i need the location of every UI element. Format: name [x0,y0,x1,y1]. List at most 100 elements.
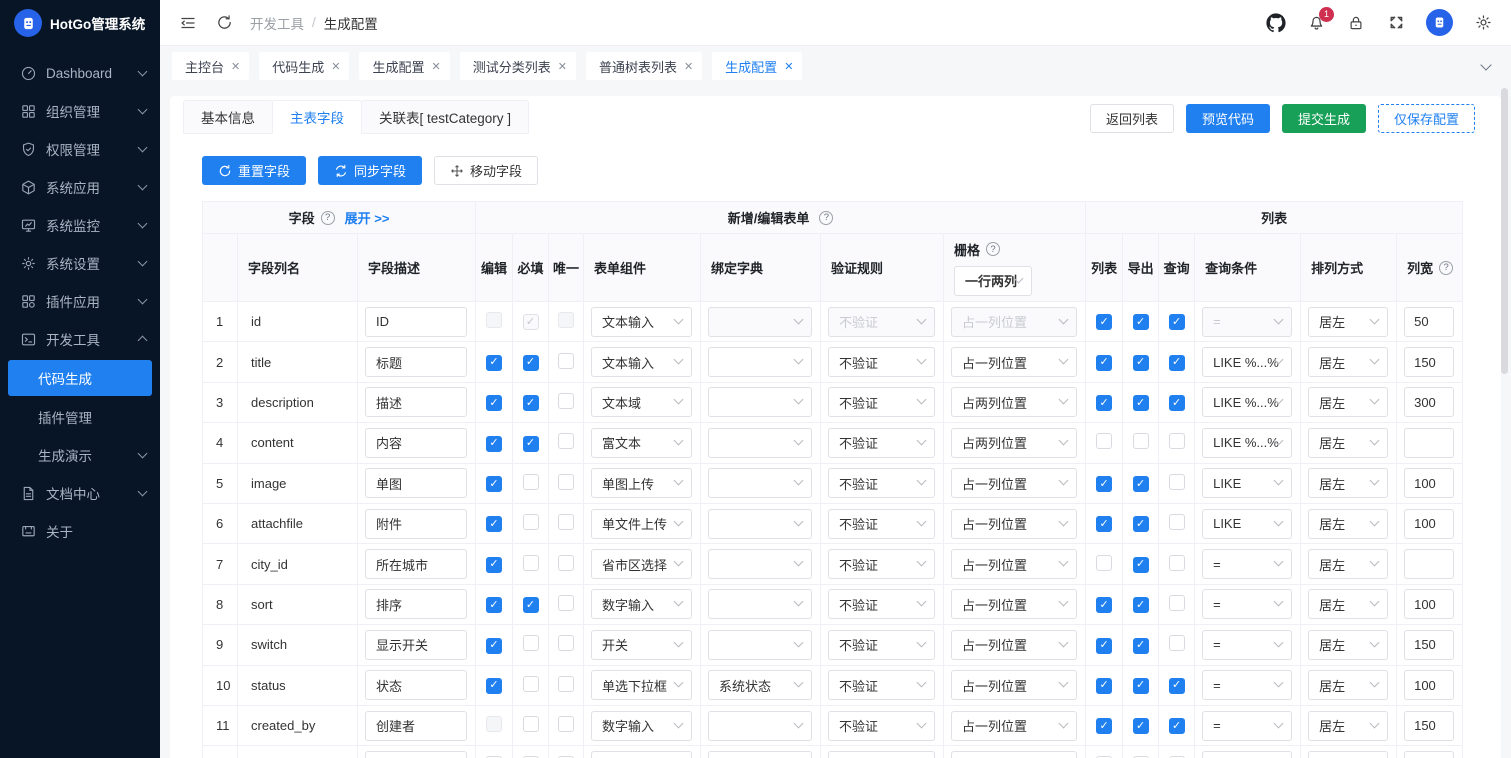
close-icon[interactable]: ✕ [231,60,240,73]
field-desc-input[interactable] [365,428,467,458]
dict-select[interactable] [708,751,812,758]
fullscreen-icon[interactable] [1386,13,1406,33]
export-checkbox[interactable]: ✓ [1133,516,1149,532]
grid-select[interactable]: 占一列位置 [951,509,1077,539]
sync-fields-button[interactable]: 同步字段 [318,156,422,185]
list-checkbox[interactable]: ✓ [1096,314,1112,330]
component-select[interactable]: 文本输入 [591,307,692,337]
field-desc-input[interactable] [365,307,467,337]
query-cond-select[interactable] [1202,751,1292,758]
query-cond-select[interactable]: LIKE %...% [1202,347,1292,377]
field-desc-input[interactable] [365,589,467,619]
grid-select[interactable]: 占一列位置 [951,468,1077,498]
query-cond-select[interactable]: LIKE [1202,468,1292,498]
required-checkbox[interactable]: ✓ [523,355,539,371]
dict-select[interactable] [708,347,812,377]
component-select[interactable]: 单文件上传 [591,509,692,539]
grid-select[interactable]: 占两列位置 [951,428,1077,458]
export-checkbox[interactable]: ✓ [1133,718,1149,734]
component-select[interactable]: 省市区选择 [591,549,692,579]
help-icon[interactable]: ? [1439,261,1453,275]
required-checkbox[interactable] [523,676,539,692]
sidebar-item-dashboard[interactable]: Dashboard [0,54,160,92]
component-select[interactable]: 文本输入 [591,347,692,377]
list-checkbox[interactable] [1096,433,1112,449]
required-checkbox[interactable]: ✓ [523,436,539,452]
align-select[interactable]: 居左 [1308,509,1388,539]
edit-checkbox[interactable] [486,716,502,732]
sidebar-subitem-gen-demo[interactable]: 生成演示 [0,436,160,474]
page-tab-5[interactable]: 生成配置✕ [712,52,802,80]
export-checkbox[interactable]: ✓ [1133,395,1149,411]
query-checkbox[interactable]: ✓ [1169,355,1185,371]
vertical-scrollbar[interactable] [1501,88,1508,374]
query-checkbox[interactable] [1169,474,1185,490]
align-select[interactable]: 居左 [1308,711,1388,741]
align-select[interactable]: 居左 [1308,347,1388,377]
list-checkbox[interactable]: ✓ [1096,355,1112,371]
required-checkbox[interactable] [523,555,539,571]
sidebar-item-settings[interactable]: 系统设置 [0,244,160,282]
dict-select[interactable] [708,589,812,619]
submit-generate-button[interactable]: 提交生成 [1282,104,1366,133]
page-tab-4[interactable]: 普通树表列表✕ [586,52,702,80]
list-checkbox[interactable]: ✓ [1096,678,1112,694]
sidebar-item-devtools[interactable]: 开发工具 [0,320,160,358]
unique-checkbox[interactable] [558,312,574,328]
align-select[interactable]: 居左 [1308,589,1388,619]
required-checkbox[interactable] [523,716,539,732]
align-select[interactable]: 居左 [1308,670,1388,700]
validate-select[interactable]: 不验证 [828,468,935,498]
sidebar-item-org[interactable]: 组织管理 [0,92,160,130]
edit-checkbox[interactable]: ✓ [486,638,502,654]
help-icon[interactable]: ? [986,242,1000,256]
grid-select[interactable]: 占一列位置 [951,589,1077,619]
query-checkbox[interactable]: ✓ [1169,314,1185,330]
unique-checkbox[interactable] [558,353,574,369]
width-input[interactable] [1404,589,1454,619]
sidebar-item-docs[interactable]: 文档中心 [0,474,160,512]
required-checkbox[interactable] [523,474,539,490]
validate-select[interactable]: 不验证 [828,630,935,660]
close-icon[interactable]: ✕ [558,60,567,73]
validate-select[interactable]: 不验证 [828,387,935,417]
field-desc-input[interactable] [365,670,467,700]
app-logo[interactable]: HotGo管理系统 [0,0,160,46]
sidebar-item-apps[interactable]: 系统应用 [0,168,160,206]
validate-select[interactable]: 不验证 [828,307,935,337]
close-icon[interactable]: ✕ [431,60,440,73]
github-icon[interactable] [1266,13,1286,33]
grid-layout-select[interactable]: 一行两列 [954,266,1032,296]
close-icon[interactable]: ✕ [331,60,340,73]
list-checkbox[interactable]: ✓ [1096,718,1112,734]
dict-select[interactable] [708,711,812,741]
unique-checkbox[interactable] [558,393,574,409]
component-select[interactable]: 富文本 [591,428,692,458]
dict-select[interactable] [708,387,812,417]
config-tab-2[interactable]: 关联表[ testCategory ] [361,100,529,134]
breadcrumb-parent[interactable]: 开发工具 [250,13,304,33]
unique-checkbox[interactable] [558,433,574,449]
required-checkbox[interactable]: ✓ [523,597,539,613]
query-cond-select[interactable]: = [1202,307,1292,337]
query-cond-select[interactable]: = [1202,630,1292,660]
validate-select[interactable]: 不验证 [828,347,935,377]
grid-select[interactable]: 占一列位置 [951,630,1077,660]
page-tab-0[interactable]: 主控台✕ [172,52,249,80]
width-input[interactable] [1404,307,1454,337]
query-checkbox[interactable] [1169,433,1185,449]
unique-checkbox[interactable] [558,474,574,490]
grid-select[interactable]: 占一列位置 [951,347,1077,377]
query-checkbox[interactable] [1169,555,1185,571]
width-input[interactable] [1404,670,1454,700]
sidebar-item-plugins[interactable]: 插件应用 [0,282,160,320]
validate-select[interactable]: 不验证 [828,711,935,741]
align-select[interactable]: 居左 [1308,428,1388,458]
notifications-bell-icon[interactable]: 1 [1306,13,1326,33]
sidebar-subitem-codegen[interactable]: 代码生成 [8,360,152,396]
required-checkbox[interactable]: ✓ [523,314,539,330]
query-cond-select[interactable]: LIKE %...% [1202,428,1292,458]
collapse-menu-icon[interactable] [178,13,198,33]
settings-gear-icon[interactable] [1473,13,1493,33]
edit-checkbox[interactable] [486,312,502,328]
